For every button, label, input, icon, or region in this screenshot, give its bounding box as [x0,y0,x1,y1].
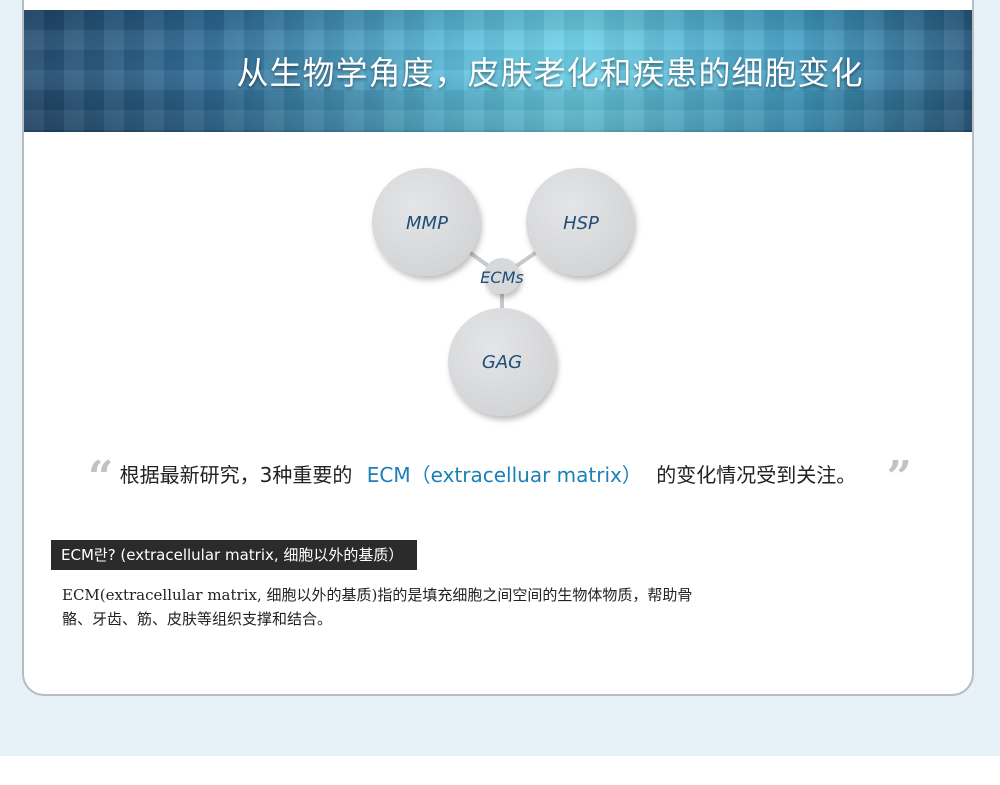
quote-highlight: ECM（extracelluar matrix） [366,463,642,487]
node-label-hsp: HSP [563,213,599,234]
definition-label: ECM란? (extracellular matrix, 细胞以外的基质） [51,540,418,570]
quote-text-before: 根据最新研究，3种重要的 [119,463,353,487]
node-label-mmp: MMP [406,213,448,234]
open-quote-icon: “ [88,452,114,503]
close-quote-icon: ” [886,452,912,503]
node-label-gag: GAG [482,352,522,373]
ecm-diagram: MMP HSP GAG ECMs [372,168,634,416]
key-finding-quote: “ 根据最新研究，3种重要的 ECM（extracelluar matrix） … [88,452,938,503]
center-label-ecms: ECMs [480,268,523,287]
quote-text-after: 的变化情况受到关注。 [656,463,857,487]
definition-body: ECM(extracellular matrix, 细胞以外的基质)指的是填充细… [62,586,693,628]
content-card: 从生物学角度，皮肤老化和疾患的细胞变化 MMP HSP GAG ECMs “ 根… [22,0,974,696]
